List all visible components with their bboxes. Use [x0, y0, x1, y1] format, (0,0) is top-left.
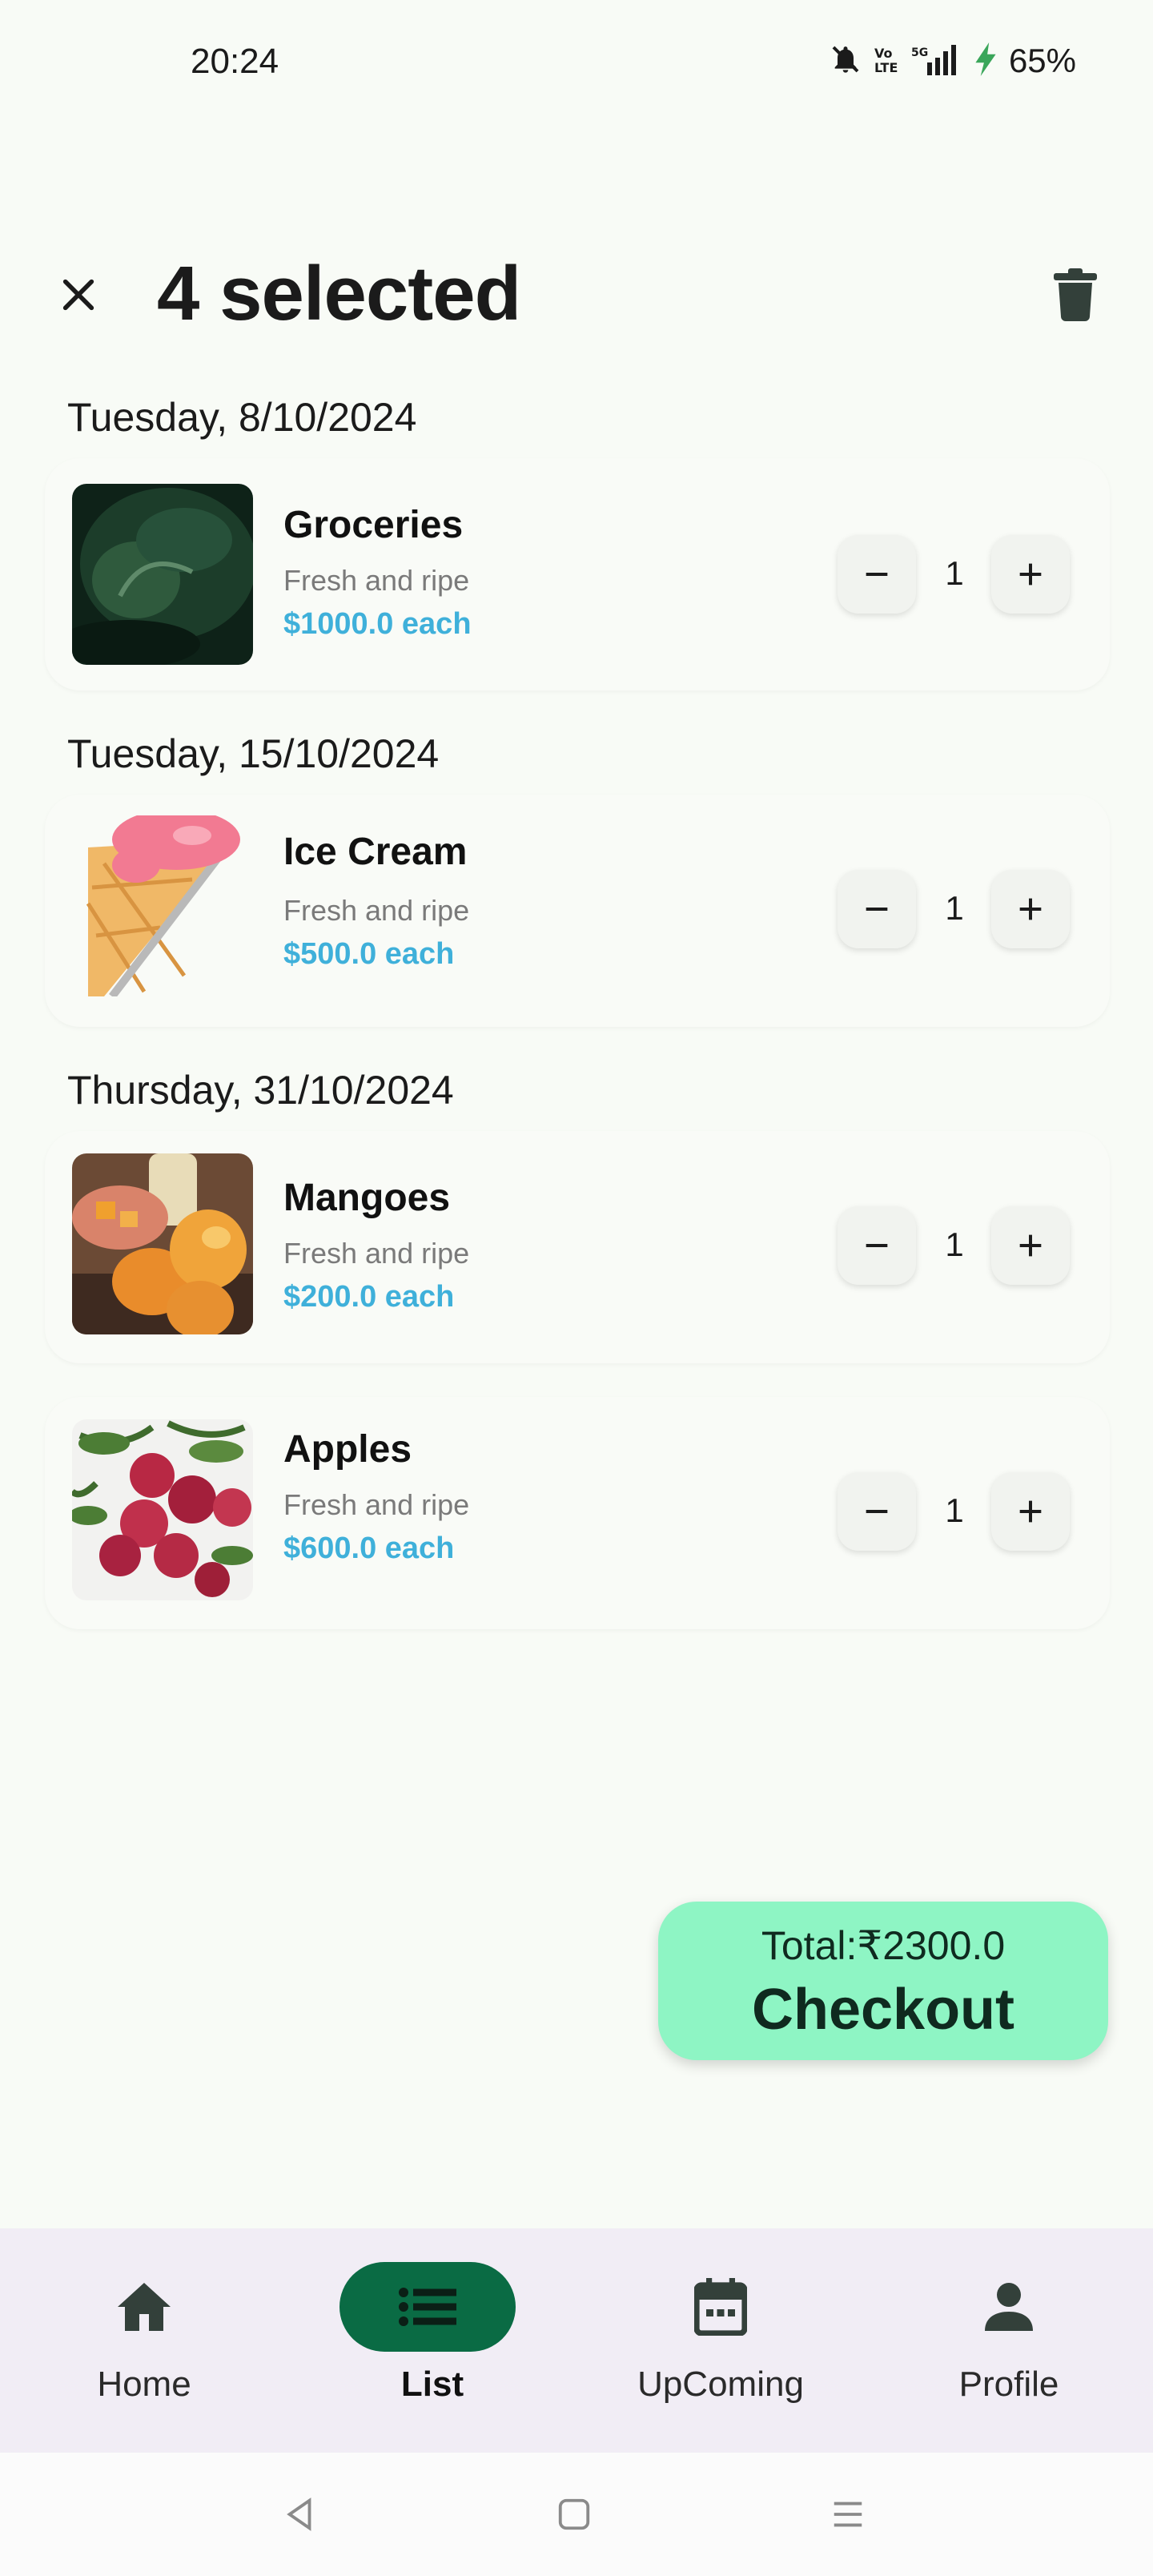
increase-quantity-button[interactable] [991, 1472, 1070, 1551]
nav-label: Home [97, 2365, 191, 2404]
list-item[interactable]: Groceries Fresh and ripe $1000.0 each 1 [45, 458, 1110, 690]
item-image [72, 1419, 253, 1600]
nav-icon-container [56, 2262, 232, 2352]
increase-quantity-button[interactable] [991, 1206, 1070, 1285]
calendar-icon [694, 2278, 747, 2336]
status-icons: Vo LTE 5G 65% [830, 42, 1076, 80]
date-label: Tuesday, 15/10/2024 [67, 731, 440, 776]
item-price: $600.0 each [283, 1532, 455, 1565]
volte-icon: Vo LTE [873, 43, 900, 79]
list-item[interactable]: Ice Cream Fresh and ripe $500.0 each 1 [45, 795, 1110, 1027]
nav-icon-container [339, 2262, 516, 2352]
plus-icon [1019, 898, 1042, 920]
nav-item-home[interactable]: Home [0, 2228, 288, 2453]
bell-off-icon [830, 43, 862, 79]
minus-icon [866, 908, 888, 911]
svg-text:LTE: LTE [874, 60, 898, 75]
list-item[interactable]: Mangoes Fresh and ripe $200.0 each 1 [45, 1131, 1110, 1363]
home-square-icon [558, 2498, 590, 2530]
quantity-value: 1 [945, 889, 964, 927]
status-bar: 20:24 Vo LTE 5G 65% [0, 0, 1153, 128]
system-menu-button[interactable] [820, 2486, 876, 2542]
item-image [72, 815, 253, 996]
item-image [72, 484, 253, 665]
checkout-button[interactable]: Total:₹2300.0 Checkout [658, 1902, 1108, 2060]
item-description: Fresh and ripe [283, 564, 470, 597]
decrease-quantity-button[interactable] [838, 535, 916, 614]
nav-label: Profile [958, 2365, 1059, 2404]
svg-text:Vo: Vo [874, 46, 893, 61]
home-icon [118, 2283, 171, 2331]
item-image [72, 1153, 253, 1334]
nav-label: List [400, 2365, 464, 2404]
quantity-value: 1 [945, 1226, 964, 1263]
item-description: Fresh and ripe [283, 1237, 470, 1270]
selection-header: 4 selected [0, 240, 1153, 352]
date-label: Thursday, 31/10/2024 [67, 1068, 454, 1113]
system-navigation-bar [0, 2453, 1153, 2576]
close-selection-button[interactable] [48, 264, 109, 325]
quantity-value: 1 [945, 1491, 964, 1529]
minus-icon [866, 1244, 888, 1247]
list-item[interactable]: Apples Fresh and ripe $600.0 each 1 [45, 1397, 1110, 1629]
checkout-label: Checkout [751, 1978, 1015, 2042]
trash-icon [1054, 268, 1097, 321]
system-home-button[interactable] [546, 2486, 602, 2542]
item-description: Fresh and ripe [283, 894, 470, 927]
item-name: Groceries [283, 504, 464, 546]
item-description: Fresh and ripe [283, 1488, 470, 1521]
quantity-value: 1 [945, 554, 964, 592]
decrease-quantity-button[interactable] [838, 1472, 916, 1551]
minus-icon [866, 573, 888, 576]
item-name: Apples [283, 1428, 412, 1471]
item-name: Ice Cream [283, 831, 468, 873]
charging-icon [974, 42, 998, 80]
nav-item-profile[interactable]: Profile [865, 2228, 1153, 2453]
back-triangle-icon [287, 2498, 311, 2531]
item-price: $200.0 each [283, 1280, 455, 1314]
system-back-button[interactable] [272, 2486, 328, 2542]
battery-level: 65% [1008, 42, 1076, 79]
item-name: Mangoes [283, 1177, 451, 1219]
date-label: Tuesday, 8/10/2024 [67, 395, 417, 440]
increase-quantity-button[interactable] [991, 870, 1070, 948]
menu-lines-icon [834, 2502, 862, 2527]
checkout-total: Total:₹2300.0 [761, 1923, 1006, 1968]
minus-icon [866, 1510, 888, 1513]
nav-icon-container [633, 2262, 809, 2352]
nav-item-list[interactable]: List [288, 2228, 576, 2453]
nav-item-upcoming[interactable]: UpComing [576, 2228, 865, 2453]
close-icon [62, 279, 94, 311]
svg-text:5G: 5G [911, 46, 928, 59]
nav-label: UpComing [637, 2365, 804, 2404]
item-price: $1000.0 each [283, 607, 472, 641]
plus-icon [1019, 1500, 1042, 1523]
plus-icon [1019, 1234, 1042, 1257]
delete-button[interactable] [1045, 264, 1106, 325]
bottom-navigation: Home List UpComing Profile [0, 2228, 1153, 2453]
decrease-quantity-button[interactable] [838, 1206, 916, 1285]
page-title: 4 selected [157, 251, 521, 336]
item-price: $500.0 each [283, 937, 455, 971]
plus-icon [1019, 563, 1042, 586]
5g-signal-icon: 5G [911, 43, 962, 79]
person-icon [985, 2283, 1033, 2331]
list-icon [399, 2288, 456, 2326]
nav-icon-container [921, 2262, 1097, 2352]
decrease-quantity-button[interactable] [838, 870, 916, 948]
status-time: 20:24 [191, 42, 279, 81]
increase-quantity-button[interactable] [991, 535, 1070, 614]
